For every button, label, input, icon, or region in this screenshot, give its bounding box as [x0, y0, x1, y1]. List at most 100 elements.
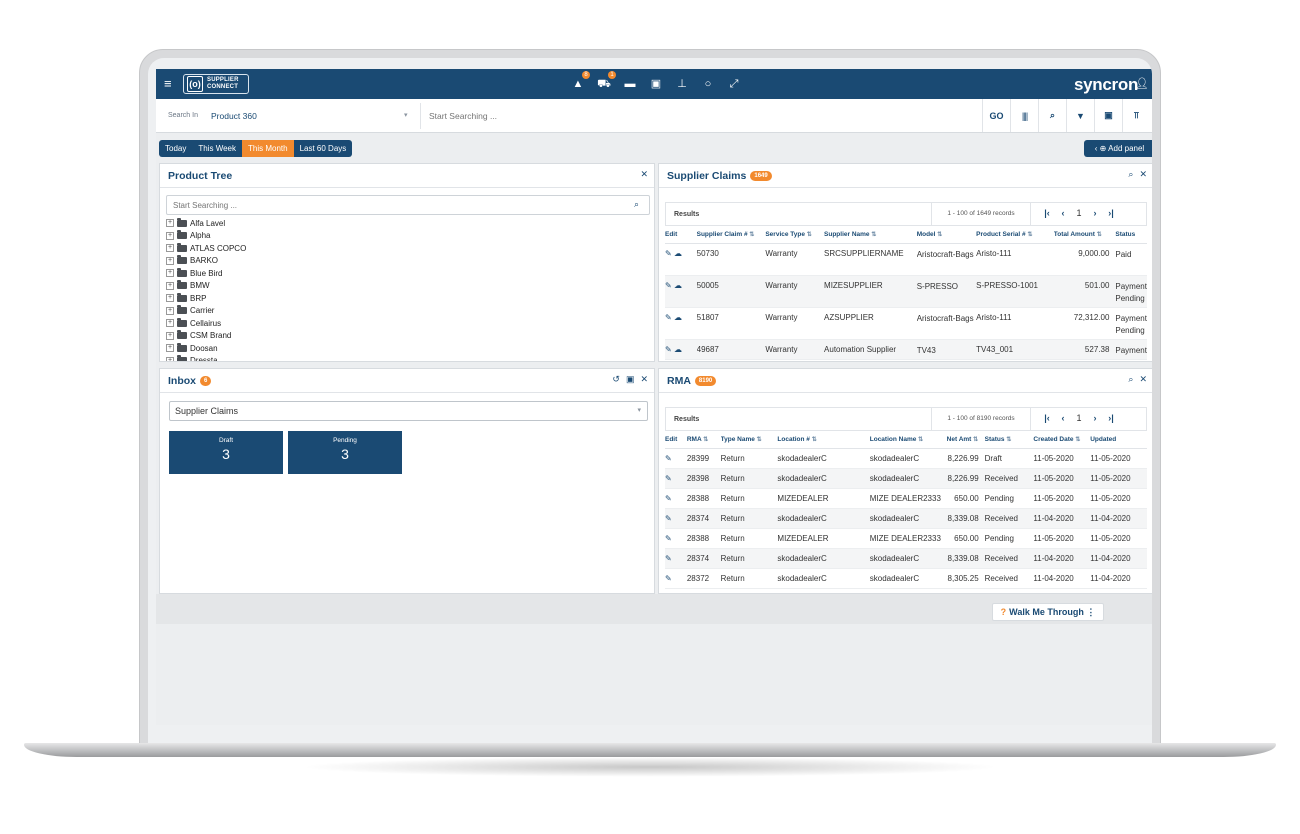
save-icon[interactable]: ▣ — [626, 374, 635, 385]
search-icon[interactable]: ⌕ — [634, 199, 639, 210]
monitor-icon[interactable]: ▬ — [622, 76, 638, 92]
tree-item[interactable]: + Carrier — [166, 305, 646, 318]
edit-pencil-icon[interactable]: ✎ — [665, 534, 672, 543]
close-icon[interactable]: ✕ — [1139, 169, 1147, 180]
clock-icon[interactable]: ○ — [700, 76, 716, 92]
cell-rma[interactable]: 28388 — [686, 528, 721, 549]
tree-item[interactable]: + Cellairus — [166, 317, 646, 330]
search-tool-icon[interactable]: ⌕ — [1128, 169, 1133, 180]
cell-claim[interactable]: 50005 — [696, 275, 766, 308]
column-header[interactable]: Edit — [665, 431, 687, 449]
edit-pencil-icon[interactable]: ✎ — [665, 454, 672, 463]
sort-icon[interactable]: ⇅ — [812, 437, 817, 443]
column-header[interactable]: Location Name ⇅ — [869, 431, 947, 449]
user-icon[interactable]: 👤︎ — [1135, 77, 1149, 90]
bell-icon[interactable]: ▲ 8 — [570, 71, 590, 92]
close-icon[interactable]: ✕ — [640, 169, 648, 180]
column-header[interactable]: RMA ⇅ — [686, 431, 721, 449]
date-range-today[interactable]: Today — [159, 140, 192, 157]
tree-item[interactable]: + BMW — [166, 280, 646, 293]
walk-me-through-button[interactable]: ? Walk Me Through ⋮ — [992, 603, 1104, 621]
hamburger-menu-icon[interactable]: ≡ — [164, 77, 172, 91]
sort-icon[interactable]: ⇅ — [807, 232, 812, 238]
expand-icon[interactable]: ⤢ — [726, 76, 742, 92]
view-icon[interactable]: ☁ — [674, 313, 682, 322]
page-number[interactable]: 1 — [1076, 413, 1082, 423]
expand-plus-icon[interactable]: + — [166, 294, 174, 303]
cell-rma[interactable]: 28388 — [686, 488, 721, 509]
sort-icon[interactable]: ⇅ — [757, 437, 762, 443]
search-tool-icon[interactable]: ⌕ — [1038, 99, 1066, 132]
sort-icon[interactable]: ⇅ — [1075, 437, 1080, 443]
expand-plus-icon[interactable]: + — [166, 306, 174, 315]
first-page-icon[interactable]: |‹ — [1044, 208, 1050, 218]
column-header[interactable]: Service Type ⇅ — [765, 226, 825, 244]
expand-plus-icon[interactable]: + — [166, 281, 174, 290]
tree-search-input[interactable] — [166, 195, 650, 215]
close-icon[interactable]: ✕ — [1139, 374, 1147, 385]
column-header[interactable]: Net Amt ⇅ — [946, 431, 985, 449]
column-header[interactable]: Model ⇅ — [916, 226, 977, 244]
expand-plus-icon[interactable]: + — [166, 269, 174, 278]
page-number[interactable]: 1 — [1076, 208, 1082, 218]
view-icon[interactable]: ☁ — [674, 345, 682, 354]
edit-pencil-icon[interactable]: ✎ — [665, 281, 672, 290]
prev-page-icon[interactable]: ‹ — [1060, 208, 1066, 218]
tree-item[interactable]: + Alfa Lavel — [166, 217, 646, 230]
cell-rma[interactable]: 28399 — [686, 448, 721, 469]
box-icon[interactable]: ▣ — [648, 76, 664, 92]
date-range-this-week[interactable]: This Week — [192, 140, 242, 157]
global-search-input[interactable] — [420, 103, 980, 129]
cell-rma[interactable]: 28398 — [686, 468, 721, 489]
cell-claim[interactable]: 49687 — [696, 339, 766, 360]
search-tool-icon[interactable]: ⌕ — [1128, 374, 1133, 385]
column-header[interactable]: Edit — [665, 226, 697, 244]
sort-icon[interactable]: ⇅ — [871, 232, 876, 238]
column-header[interactable]: Updated — [1090, 431, 1147, 449]
save-icon[interactable]: ▣ — [1094, 99, 1122, 132]
tree-item[interactable]: + BARKO — [166, 255, 646, 268]
first-page-icon[interactable]: |‹ — [1044, 413, 1050, 423]
cell-rma[interactable]: 28372 — [686, 568, 721, 589]
go-button[interactable]: GO — [982, 99, 1010, 132]
cell-claim[interactable]: 51807 — [696, 307, 766, 340]
expand-plus-icon[interactable]: + — [166, 219, 174, 228]
column-header[interactable]: Product Serial # ⇅ — [976, 226, 1054, 244]
column-header[interactable]: Location # ⇅ — [777, 431, 870, 449]
view-icon[interactable]: ☁ — [674, 249, 682, 258]
column-header[interactable]: Type Name ⇅ — [720, 431, 778, 449]
edit-pencil-icon[interactable]: ✎ — [665, 554, 672, 563]
edit-pencil-icon[interactable]: ✎ — [665, 345, 672, 354]
edit-pencil-icon[interactable]: ✎ — [665, 514, 672, 523]
search-in-select[interactable]: Product 360 — [211, 111, 257, 121]
view-icon[interactable]: ☁ — [674, 281, 682, 290]
column-header[interactable]: Supplier Claim # ⇅ — [696, 226, 766, 244]
expand-plus-icon[interactable]: + — [166, 231, 174, 240]
date-range-this-month[interactable]: This Month — [242, 140, 294, 157]
prev-page-icon[interactable]: ‹ — [1060, 413, 1066, 423]
edit-pencil-icon[interactable]: ✎ — [665, 249, 672, 258]
column-header[interactable]: Total Amount ⇅ — [1053, 226, 1116, 244]
edit-pencil-icon[interactable]: ✎ — [665, 494, 672, 503]
tree-item[interactable]: + Alpha — [166, 230, 646, 243]
sort-icon[interactable]: ⇅ — [1097, 232, 1102, 238]
date-range-last-60-days[interactable]: Last 60 Days — [294, 140, 353, 157]
inbox-type-select[interactable]: Supplier Claims ▾ — [169, 401, 648, 421]
download-icon[interactable]: ⊥ — [674, 76, 690, 92]
column-header[interactable]: Status — [1115, 226, 1147, 244]
expand-plus-icon[interactable]: + — [166, 356, 174, 361]
expand-plus-icon[interactable]: + — [166, 244, 174, 253]
supplier-connect-logo[interactable]: (o) SUPPLIER CONNECT — [183, 74, 249, 94]
column-header[interactable]: Supplier Name ⇅ — [824, 226, 917, 244]
inbox-tile-pending[interactable]: Pending 3 — [288, 431, 402, 474]
next-page-icon[interactable]: › — [1092, 208, 1098, 218]
filter-icon[interactable]: ▼ — [1066, 99, 1094, 132]
sort-icon[interactable]: ⇅ — [703, 437, 708, 443]
edit-pencil-icon[interactable]: ✎ — [665, 574, 672, 583]
cell-claim[interactable]: 50730 — [696, 243, 766, 276]
expand-plus-icon[interactable]: + — [166, 344, 174, 353]
cell-rma[interactable]: 28374 — [686, 548, 721, 569]
expand-plus-icon[interactable]: + — [166, 256, 174, 265]
next-page-icon[interactable]: › — [1092, 413, 1098, 423]
tree-item[interactable]: + CSM Brand — [166, 330, 646, 343]
